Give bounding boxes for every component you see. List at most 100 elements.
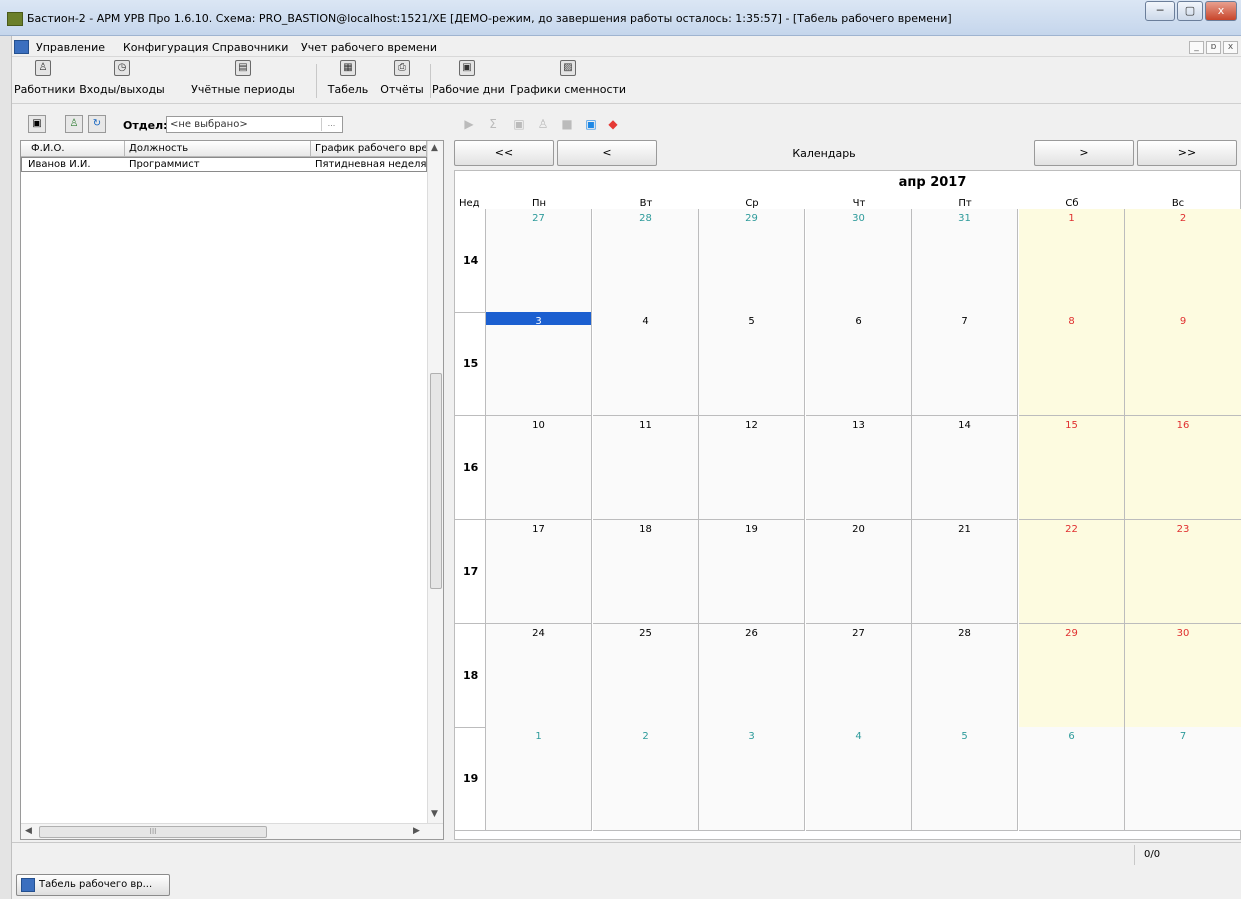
prev-month-button[interactable]: < <box>557 140 657 166</box>
calendar-day-cell[interactable]: 30 <box>1125 624 1241 728</box>
main-toolbar: ♙ Работники ◷ Входы/выходы ▤ Учётные пер… <box>12 58 1241 104</box>
month-title-row: апр 2017 <box>455 175 1240 190</box>
calendar-day-cell[interactable]: 17 <box>486 520 592 624</box>
add-worker-icon[interactable]: ♙ <box>65 115 83 133</box>
calendar-day-cell[interactable]: 9 <box>1125 312 1241 416</box>
calendar-day-cell[interactable]: 7 <box>912 312 1018 416</box>
document-icon[interactable]: ▣ <box>510 115 528 133</box>
close-button[interactable]: x <box>1205 1 1237 21</box>
calendar-day-cell[interactable]: 16 <box>1125 416 1241 520</box>
menu-item-management[interactable]: Управление <box>36 41 105 54</box>
calendar-day-cell[interactable]: 30 <box>806 209 912 313</box>
sum-icon[interactable]: Σ <box>484 115 502 133</box>
scroll-up-icon[interactable]: ▲ <box>431 143 438 153</box>
day-number: 7 <box>1179 731 1187 742</box>
calendar-day-cell[interactable]: 7 <box>1125 727 1241 831</box>
day-number: 15 <box>1065 420 1078 431</box>
day-number: 3 <box>486 312 591 327</box>
vertical-scroll-thumb[interactable] <box>430 373 442 589</box>
select-employees-icon[interactable]: ▣ <box>28 115 46 133</box>
calendar-day-cell[interactable]: 6 <box>1019 727 1125 831</box>
calendar-day-cell[interactable]: 3 <box>486 312 592 416</box>
shift-schedules-button[interactable]: ▨ Графики сменности <box>506 60 630 102</box>
calendar-day-cell[interactable]: 2 <box>593 727 699 831</box>
minimize-button[interactable]: ─ <box>1145 1 1175 21</box>
calendar-day-cell[interactable]: 19 <box>699 520 805 624</box>
mdi-window-icon[interactable] <box>14 40 29 54</box>
column-header-schedule[interactable]: График рабочего вре <box>311 141 427 157</box>
maximize-button[interactable]: ▢ <box>1177 1 1203 21</box>
calendar-day-cell[interactable]: 11 <box>593 416 699 520</box>
cell-name[interactable]: Иванов И.И. <box>21 157 125 172</box>
next-year-button[interactable]: >> <box>1137 140 1237 166</box>
calendar-day-cell[interactable]: 15 <box>1019 416 1125 520</box>
horizontal-scroll-thumb[interactable]: III <box>39 826 267 838</box>
calendar-day-cell[interactable]: 22 <box>1019 520 1125 624</box>
calendar-day-cell[interactable]: 28 <box>593 209 699 313</box>
vertical-scrollbar[interactable]: ▲ ▼ <box>427 141 443 823</box>
accounting-periods-button[interactable]: ▤ Учётные периоды <box>172 60 314 102</box>
calendar-day-cell[interactable]: 10 <box>486 416 592 520</box>
calendar-day-cell[interactable]: 31 <box>912 209 1018 313</box>
reports-button[interactable]: ⎙ Отчёты <box>376 60 428 102</box>
day-number: 11 <box>639 420 652 431</box>
next-month-button[interactable]: > <box>1034 140 1134 166</box>
calendar-day-cell[interactable]: 20 <box>806 520 912 624</box>
user-icon[interactable]: ♙ <box>534 115 552 133</box>
menu-item-time-accounting[interactable]: Учет рабочего времени <box>301 41 437 54</box>
calendar-day-cell[interactable]: 21 <box>912 520 1018 624</box>
menu-item-configuration[interactable]: Конфигурация <box>123 41 209 54</box>
calendar-day-cell[interactable]: 5 <box>699 312 805 416</box>
department-browse-button[interactable]: ... <box>321 118 341 131</box>
scroll-right-icon[interactable]: ▶ <box>413 826 420 836</box>
calendar-day-cell[interactable]: 29 <box>699 209 805 313</box>
calendar-day-cell[interactable]: 8 <box>1019 312 1125 416</box>
workdays-button[interactable]: ▣ Рабочие дни <box>432 60 505 102</box>
week-number: 14 <box>455 209 486 313</box>
calendar-day-cell[interactable]: 14 <box>912 416 1018 520</box>
toolbar-separator <box>316 64 317 98</box>
calendar-day-cell[interactable]: 25 <box>593 624 699 728</box>
calendar-day-cell[interactable]: 1 <box>486 727 592 831</box>
zoom-icon[interactable]: ▣ <box>582 115 600 133</box>
calendar-day-cell[interactable]: 4 <box>593 312 699 416</box>
calendar-day-cell[interactable]: 29 <box>1019 624 1125 728</box>
calendar-day-cell[interactable]: 12 <box>699 416 805 520</box>
calendar-day-cell[interactable]: 1 <box>1019 209 1125 313</box>
diamond-icon[interactable]: ◆ <box>604 115 622 133</box>
scroll-left-icon[interactable]: ◀ <box>25 826 32 836</box>
calendar-day-cell[interactable]: 2 <box>1125 209 1241 313</box>
calendar-day-cell[interactable]: 27 <box>486 209 592 313</box>
calendar-day-cell[interactable]: 26 <box>699 624 805 728</box>
column-header-position[interactable]: Должность <box>125 141 311 157</box>
calendar-day-cell[interactable]: 6 <box>806 312 912 416</box>
calendar-day-cell[interactable]: 28 <box>912 624 1018 728</box>
mdi-restore-button[interactable]: ɒ <box>1206 41 1221 54</box>
timesheet-button[interactable]: ▦ Табель <box>322 60 374 102</box>
cell-schedule[interactable]: Пятидневная неделя <box>311 157 427 172</box>
cell-position[interactable]: Программист <box>125 157 311 172</box>
calendar-day-cell[interactable]: 24 <box>486 624 592 728</box>
mdi-close-button[interactable]: x <box>1223 41 1238 54</box>
mdi-minimize-button[interactable]: _ <box>1189 41 1204 54</box>
timesheet-window-tab[interactable]: Табель рабочего вр... <box>16 874 170 896</box>
department-selector[interactable]: <не выбрано> ... <box>166 116 343 133</box>
calendar-day-cell[interactable]: 5 <box>912 727 1018 831</box>
play-icon[interactable]: ▶ <box>460 115 478 133</box>
calendar-day-cell[interactable]: 3 <box>699 727 805 831</box>
refresh-icon[interactable]: ↻ <box>88 115 106 133</box>
day-number: 24 <box>532 628 545 639</box>
scroll-down-icon[interactable]: ▼ <box>431 809 438 819</box>
workers-button[interactable]: ♙ Работники <box>14 60 75 102</box>
calendar-day-cell[interactable]: 27 <box>806 624 912 728</box>
stop-icon[interactable]: ■ <box>558 115 576 133</box>
entries-exits-button[interactable]: ◷ Входы/выходы <box>76 60 168 102</box>
horizontal-scrollbar[interactable]: ◀ III ▶ <box>21 823 443 839</box>
prev-year-button[interactable]: << <box>454 140 554 166</box>
calendar-day-cell[interactable]: 13 <box>806 416 912 520</box>
calendar-day-cell[interactable]: 18 <box>593 520 699 624</box>
menu-item-references[interactable]: Справочники <box>212 41 288 54</box>
calendar-day-cell[interactable]: 4 <box>806 727 912 831</box>
calendar-day-cell[interactable]: 23 <box>1125 520 1241 624</box>
column-header-name[interactable]: Ф.И.О. <box>21 141 125 157</box>
